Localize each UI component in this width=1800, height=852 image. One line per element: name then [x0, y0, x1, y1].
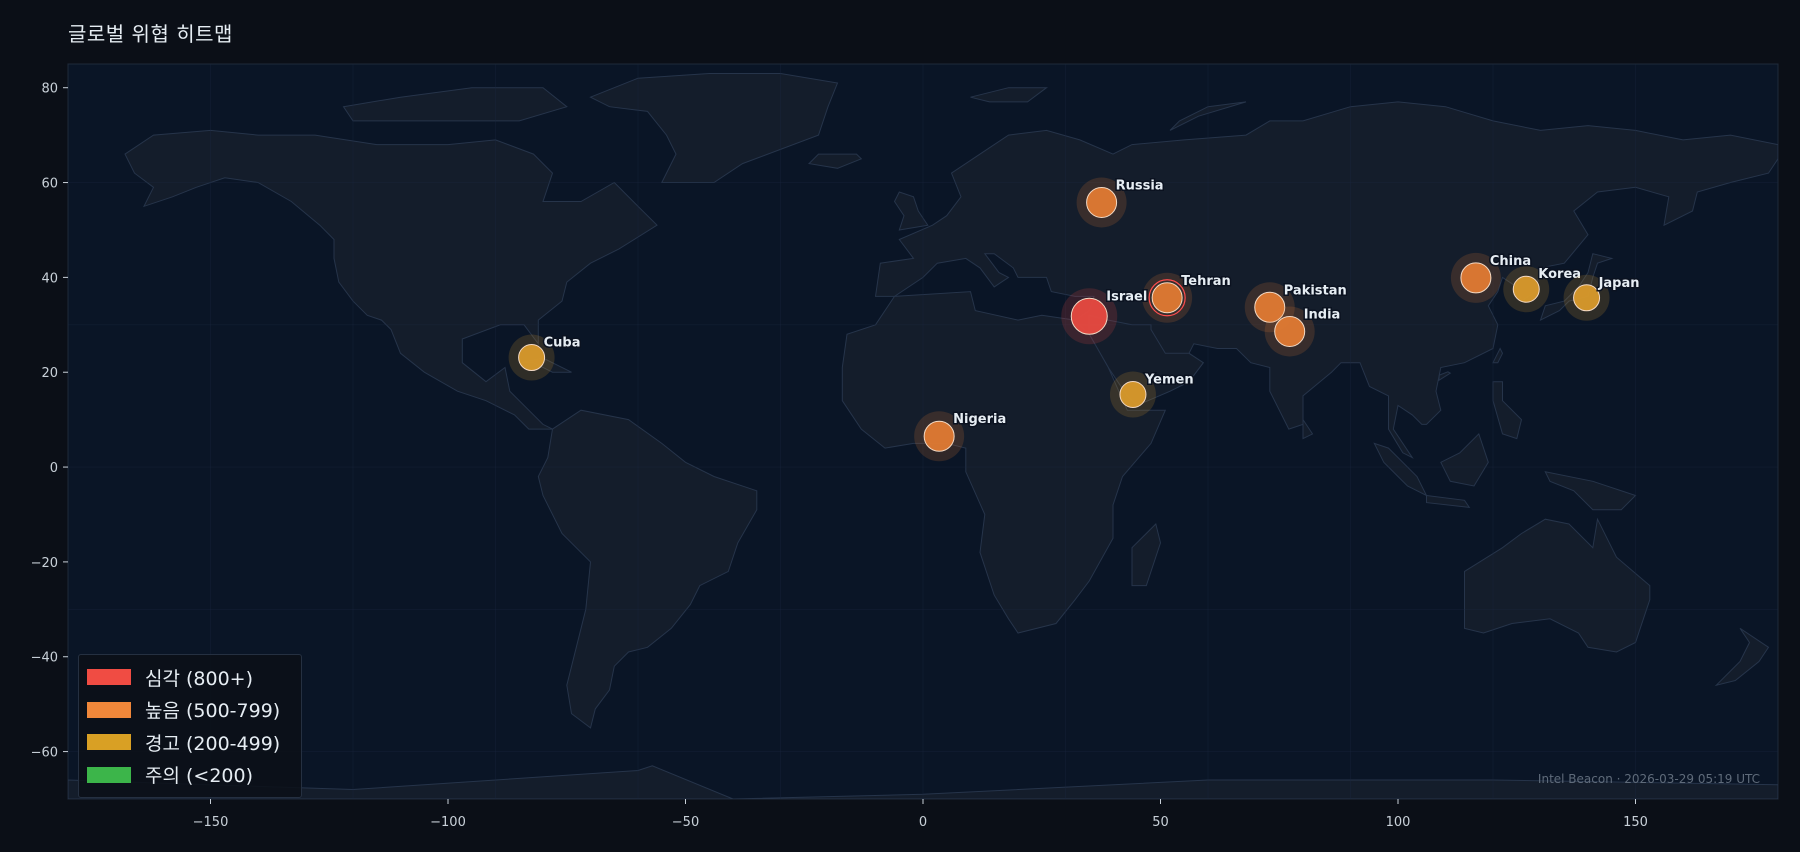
legend-item-warning: 경고 (200-499)	[87, 726, 293, 759]
marker-dot	[1512, 275, 1540, 303]
marker-dot	[518, 344, 546, 372]
legend-swatch-critical	[87, 669, 131, 686]
marker-dot	[1070, 297, 1108, 335]
marker-dot	[1151, 282, 1183, 314]
y-tick-label: 40	[41, 271, 58, 286]
legend-swatch-warning	[87, 734, 131, 751]
legend-label-critical: 심각 (800+)	[145, 667, 254, 690]
marker-dot	[1460, 262, 1492, 294]
x-tick-label: 100	[1386, 815, 1411, 830]
marker-label: Pakistan	[1284, 283, 1347, 298]
legend-swatch-caution	[87, 766, 131, 783]
legend-label-high: 높음 (500-799)	[145, 700, 281, 723]
legend-item-caution: 주의 (<200)	[87, 759, 293, 792]
x-tick-label: 150	[1623, 815, 1648, 830]
legend: 심각 (800+) 높음 (500-799) 경고 (200-499) 주의 (…	[78, 654, 302, 798]
legend-label-warning: 경고 (200-499)	[145, 732, 281, 755]
y-tick-label: 60	[41, 177, 58, 192]
legend-label-caution: 주의 (<200)	[145, 765, 254, 788]
y-tick-label: −20	[31, 556, 58, 571]
y-tick-label: 80	[41, 82, 58, 97]
marker-label: Japan	[1598, 276, 1640, 291]
marker-dot	[1274, 315, 1306, 347]
legend-item-critical: 심각 (800+)	[87, 661, 293, 694]
marker-dot	[1119, 381, 1147, 409]
marker-label: Russia	[1116, 178, 1164, 193]
x-tick-label: −50	[672, 815, 699, 830]
marker-dot	[1573, 284, 1601, 312]
y-tick-label: 0	[50, 461, 58, 476]
y-tick-label: −60	[31, 746, 58, 761]
marker-label: India	[1304, 307, 1341, 322]
x-tick-label: −100	[430, 815, 466, 830]
legend-swatch-high	[87, 701, 131, 718]
y-tick-label: 20	[41, 366, 58, 381]
marker-label: Nigeria	[953, 412, 1006, 427]
marker-label: Israel	[1106, 289, 1147, 304]
watermark: Intel Beacon · 2026-03-29 05:19 UTC	[1537, 772, 1760, 786]
marker-dot	[1086, 186, 1118, 218]
marker-label: Cuba	[544, 336, 581, 351]
legend-item-high: 높음 (500-799)	[87, 694, 293, 727]
x-tick-label: −150	[193, 815, 229, 830]
x-tick-label: 0	[919, 815, 927, 830]
marker-dot	[923, 420, 955, 452]
marker-label: Yemen	[1144, 373, 1194, 388]
x-tick-label: 50	[1152, 815, 1169, 830]
y-tick-label: −40	[31, 651, 58, 666]
marker-label: Tehran	[1181, 274, 1231, 289]
